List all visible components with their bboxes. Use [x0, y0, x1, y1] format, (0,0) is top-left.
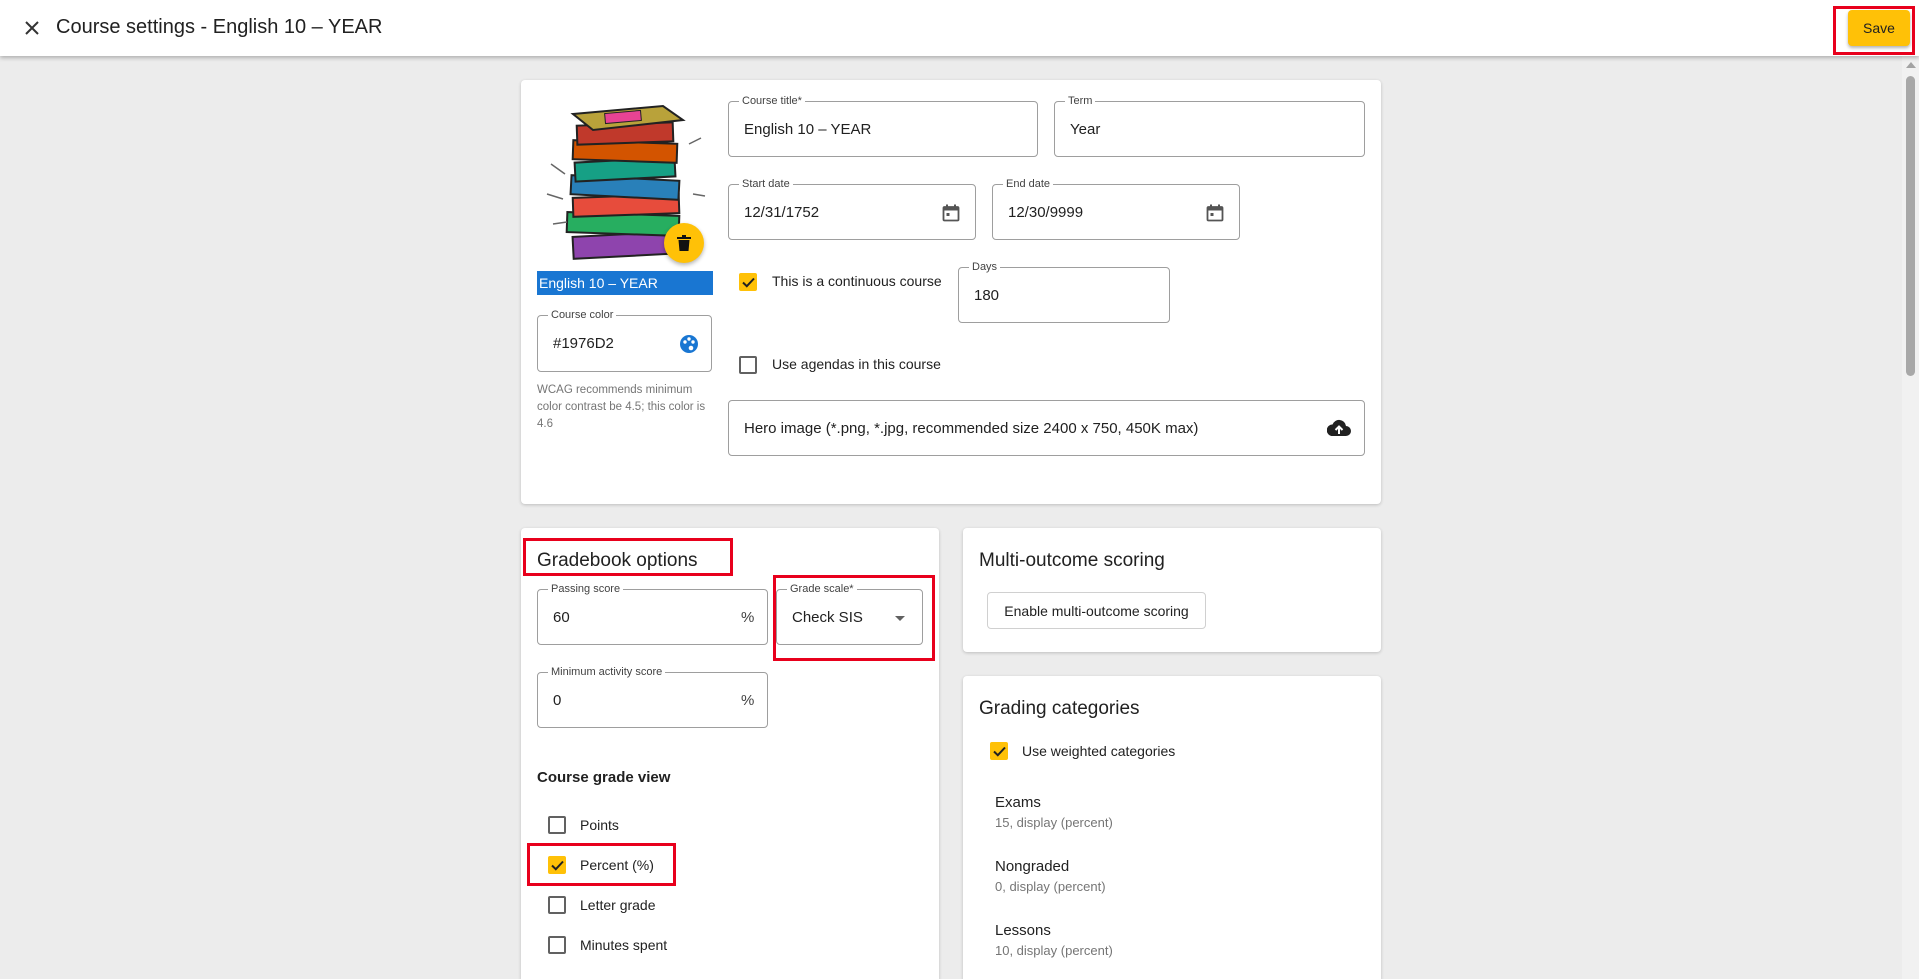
- days-label: Days: [969, 260, 1001, 274]
- minimum-activity-score-value: 0: [553, 692, 562, 709]
- course-grade-view-title: Course grade view: [537, 769, 671, 786]
- grade-scale-select[interactable]: Grade scale* Check SIS: [776, 582, 923, 645]
- course-title-value: English 10 – YEAR: [744, 121, 872, 138]
- grade-scale-value: Check SIS: [792, 609, 863, 626]
- page-title: Course settings - English 10 – YEAR: [56, 16, 383, 38]
- term-field[interactable]: Term Year: [1054, 94, 1365, 157]
- term-label: Term: [1065, 94, 1096, 108]
- hero-image-upload-field[interactable]: Hero image (*.png, *.jpg, recommended si…: [728, 400, 1365, 456]
- end-date-label: End date: [1003, 177, 1054, 191]
- grade-scale-label: Grade scale*: [787, 582, 857, 596]
- minimum-activity-score-label: Minimum activity score: [548, 665, 666, 679]
- top-app-bar: Course settings - English 10 – YEAR Save: [0, 0, 1919, 56]
- page-scrollbar[interactable]: [1902, 56, 1919, 979]
- save-button[interactable]: Save: [1848, 10, 1910, 46]
- category-name-exams[interactable]: Exams: [995, 794, 1041, 811]
- course-title-label: Course title*: [739, 94, 805, 108]
- grade-view-points-checkbox[interactable]: [548, 816, 566, 834]
- course-title-field[interactable]: Course title* English 10 – YEAR: [728, 94, 1038, 157]
- checkmark-icon: [550, 860, 564, 871]
- course-color-value: #1976D2: [553, 335, 614, 352]
- multi-outcome-scoring-title: Multi-outcome scoring: [979, 550, 1165, 571]
- category-detail-nongraded: 0, display (percent): [995, 879, 1106, 894]
- checkmark-icon: [741, 277, 755, 288]
- cloud-upload-icon[interactable]: [1326, 416, 1352, 440]
- grade-view-percent-label: Percent (%): [580, 857, 654, 873]
- checkmark-icon: [992, 746, 1006, 757]
- grade-view-letter-checkbox[interactable]: [548, 896, 566, 914]
- passing-score-label: Passing score: [548, 582, 624, 596]
- scroll-thumb[interactable]: [1906, 76, 1915, 376]
- delete-image-button[interactable]: [664, 223, 704, 263]
- course-name-tag: English 10 – YEAR: [537, 271, 713, 295]
- calendar-icon[interactable]: [940, 202, 962, 224]
- days-field[interactable]: Days 180: [958, 260, 1170, 323]
- hero-image-label: Hero image (*.png, *.jpg, recommended si…: [744, 420, 1199, 437]
- grading-categories-title: Grading categories: [979, 698, 1140, 719]
- start-date-label: Start date: [739, 177, 793, 191]
- palette-icon[interactable]: [678, 333, 700, 355]
- start-date-value: 12/31/1752: [744, 204, 820, 221]
- dropdown-arrow-icon[interactable]: [893, 613, 907, 623]
- wcag-contrast-note: WCAG recommends minimum color contrast b…: [537, 384, 706, 430]
- percent-suffix: %: [741, 692, 755, 709]
- use-agendas-label: Use agendas in this course: [772, 356, 941, 372]
- enable-multi-outcome-button[interactable]: Enable multi-outcome scoring: [987, 592, 1206, 629]
- grade-view-minutes-label: Minutes spent: [580, 937, 668, 953]
- passing-score-value: 60: [553, 609, 570, 626]
- continuous-course-label: This is a continuous course: [772, 273, 942, 289]
- gradebook-options-title: Gradebook options: [537, 550, 698, 571]
- trash-icon: [677, 235, 691, 251]
- end-date-value: 12/30/9999: [1008, 204, 1084, 221]
- grade-view-points-label: Points: [580, 817, 619, 833]
- days-value: 180: [974, 287, 1000, 304]
- category-detail-lessons: 10, display (percent): [995, 943, 1113, 958]
- grade-view-minutes-checkbox[interactable]: [548, 936, 566, 954]
- category-name-lessons[interactable]: Lessons: [995, 922, 1051, 939]
- term-value: Year: [1070, 121, 1101, 138]
- percent-suffix: %: [741, 609, 755, 626]
- scroll-up-arrow-icon[interactable]: [1906, 62, 1916, 68]
- grade-view-letter-label: Letter grade: [580, 897, 656, 913]
- category-name-nongraded[interactable]: Nongraded: [995, 858, 1069, 875]
- minimum-activity-score-field[interactable]: Minimum activity score 0 %: [537, 665, 768, 728]
- course-color-label: Course color: [548, 308, 617, 322]
- weighted-categories-label: Use weighted categories: [1022, 743, 1176, 759]
- continuous-course-checkbox[interactable]: [739, 273, 757, 291]
- close-icon[interactable]: [18, 14, 46, 42]
- calendar-icon[interactable]: [1204, 202, 1226, 224]
- use-agendas-checkbox[interactable]: [739, 356, 757, 374]
- start-date-field[interactable]: Start date 12/31/1752: [728, 177, 976, 240]
- passing-score-field[interactable]: Passing score 60 %: [537, 582, 768, 645]
- multi-outcome-scoring-card: [963, 528, 1381, 652]
- end-date-field[interactable]: End date 12/30/9999: [992, 177, 1240, 240]
- course-color-field[interactable]: Course color #1976D2: [537, 308, 712, 372]
- category-detail-exams: 15, display (percent): [995, 815, 1113, 830]
- grade-view-percent-checkbox[interactable]: [548, 856, 566, 874]
- weighted-categories-checkbox[interactable]: [990, 742, 1008, 760]
